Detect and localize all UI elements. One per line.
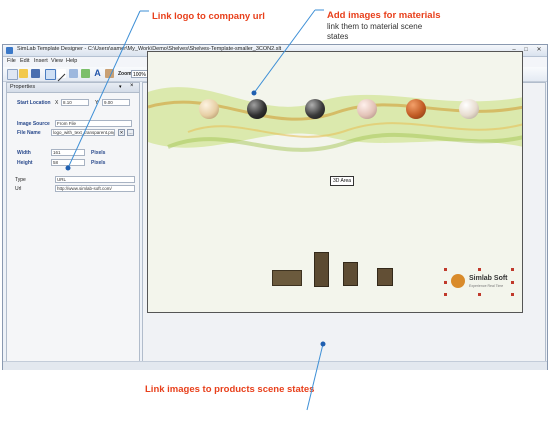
material-sphere-pink[interactable] (357, 99, 377, 119)
resize-handle-bl[interactable] (444, 293, 447, 296)
clear-file-button[interactable]: ✕ (118, 129, 125, 136)
height-label: Height (17, 160, 33, 166)
url-label: Url (15, 186, 22, 192)
select-tool-icon[interactable] (45, 69, 56, 80)
x-label: X (55, 100, 59, 106)
logo-mark-icon (451, 274, 465, 288)
new-file-icon[interactable] (7, 69, 18, 80)
image-source-label: Image Source (17, 121, 50, 127)
image-tool-icon[interactable] (69, 69, 78, 78)
browse-file-button[interactable]: … (127, 129, 134, 136)
width-label: Width (17, 150, 31, 156)
save-icon[interactable] (31, 69, 40, 78)
menu-help[interactable]: Help (66, 58, 77, 64)
resize-handle-ml[interactable] (444, 281, 447, 284)
resize-handle-bm[interactable] (478, 293, 481, 296)
url-input[interactable]: http://www.simlab-soft.com/ (55, 185, 135, 192)
resize-handle-tr[interactable] (511, 268, 514, 271)
properties-panel: Properties ▾ × Start Location X 8.10 Y 9… (6, 82, 140, 368)
close-button[interactable]: ✕ (534, 46, 544, 54)
shape-tool-icon[interactable] (81, 69, 90, 78)
open-folder-icon[interactable] (19, 69, 28, 78)
line-tool-icon[interactable] (57, 69, 66, 82)
width-unit: Pixels (91, 150, 106, 156)
callout-materials-subtitle: link them to material scene states (327, 22, 423, 41)
material-sphere-black[interactable] (247, 99, 267, 119)
callout-materials-title: Add images for materials (327, 10, 441, 21)
status-bar (3, 361, 547, 370)
material-sphere-orange[interactable] (406, 99, 426, 119)
y-input[interactable]: 9.00 (102, 99, 130, 106)
panel-close-icon[interactable]: × (130, 83, 134, 89)
menu-insert[interactable]: Insert (34, 58, 48, 64)
logo-tagline: Experience Real Time (469, 284, 504, 288)
company-logo[interactable]: Simlab Soft Experience Real Time (445, 269, 513, 295)
file-name-input[interactable]: logo_with_text_transparent.png (51, 129, 115, 136)
material-sphere-dark[interactable] (305, 99, 325, 119)
menu-edit[interactable]: Edit (20, 58, 29, 64)
pin-icon[interactable]: ▾ (119, 84, 122, 90)
type-select[interactable]: URL (55, 176, 135, 183)
zoom-label: Zoom (118, 71, 132, 77)
start-location-label: Start Location (17, 100, 51, 106)
material-sphere-beige[interactable] (199, 99, 219, 119)
product-shelf-wide[interactable] (272, 270, 302, 286)
menu-file[interactable]: File (7, 58, 16, 64)
product-shelf-medium[interactable] (343, 262, 358, 286)
width-input[interactable]: 161 (51, 149, 85, 156)
height-unit: Pixels (91, 160, 106, 166)
file-name-label: File Name (17, 130, 41, 136)
height-input[interactable]: 58 (51, 159, 85, 166)
resize-handle-tl[interactable] (444, 268, 447, 271)
3d-area-label[interactable]: 3D Area (330, 176, 355, 186)
menu-view[interactable]: View (51, 58, 63, 64)
callout-logo-title: Link logo to company url (152, 11, 265, 22)
properties-header: Properties ▾ × (7, 83, 139, 93)
properties-title: Properties (10, 84, 36, 90)
resize-handle-tm[interactable] (478, 268, 481, 271)
template-page[interactable]: 3D Area Simlab Soft Experience Real Time (147, 51, 523, 313)
product-shelf-tall[interactable] (314, 252, 329, 287)
y-label: Y (95, 100, 99, 106)
text-tool-icon[interactable]: A (93, 69, 102, 78)
logo-text: Simlab Soft (469, 275, 508, 282)
type-label: Type (15, 177, 26, 183)
x-input[interactable]: 8.10 (61, 99, 89, 106)
product-shelf-small[interactable] (377, 268, 393, 286)
material-sphere-cream[interactable] (459, 99, 479, 119)
callout-products-title: Link images to products scene states (145, 384, 315, 395)
resize-handle-mr[interactable] (511, 281, 514, 284)
image-source-select[interactable]: From File (55, 120, 132, 127)
app-icon (6, 47, 13, 54)
picture-tool-icon[interactable] (105, 69, 114, 78)
resize-handle-br[interactable] (511, 293, 514, 296)
